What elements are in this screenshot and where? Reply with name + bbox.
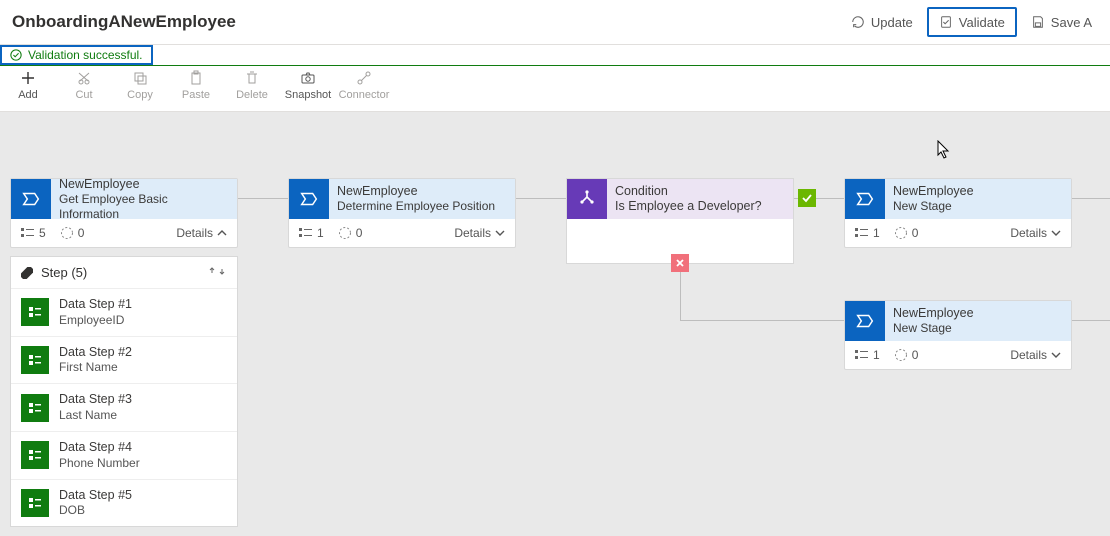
paste-label: Paste [182, 89, 210, 101]
connector-line [680, 320, 844, 321]
copy-label: Copy [127, 89, 153, 101]
status-message: Validation successful. [28, 48, 143, 62]
dataset-icon [21, 441, 49, 469]
cut-button[interactable]: Cut [56, 70, 112, 101]
status-message-wrap: Validation successful. [0, 45, 153, 65]
connector-line [238, 198, 288, 199]
copy-icon [132, 70, 148, 86]
branch-count: 0 [60, 226, 85, 240]
stage-icon [289, 179, 329, 219]
condition-label: Condition [615, 184, 785, 199]
stage-icon [11, 179, 51, 219]
add-button[interactable]: Add [0, 70, 56, 101]
save-label: Save A [1051, 15, 1092, 30]
title-wrap[interactable]: OnboardingANewEmployee [8, 12, 242, 32]
stage-title: Determine Employee Position [337, 199, 507, 213]
chevron-down-icon [495, 228, 505, 238]
stage-card-3[interactable]: NewEmployee New Stage 1 0 Details [844, 178, 1072, 248]
paste-button[interactable]: Paste [168, 70, 224, 101]
canvas[interactable]: NewEmployee Get Employee Basic Informati… [0, 112, 1110, 536]
save-button[interactable]: Save A [1021, 7, 1102, 37]
update-button[interactable]: Update [841, 7, 923, 37]
validate-button[interactable]: Validate [927, 7, 1017, 37]
copy-button[interactable]: Copy [112, 70, 168, 101]
step-row[interactable]: Data Step #2First Name [11, 336, 237, 384]
header-actions: Update Validate Save A [841, 7, 1102, 37]
connector-line [1072, 198, 1110, 199]
details-toggle[interactable]: Details [176, 226, 227, 240]
toolbar: Add Cut Copy Paste Delete Snapshot Conne… [0, 66, 1110, 112]
clipboard-check-icon [939, 15, 953, 29]
connector-line [1072, 320, 1110, 321]
plus-icon [20, 70, 36, 86]
stage-icon [845, 301, 885, 341]
save-icon [1031, 15, 1045, 29]
stage-card-2[interactable]: NewEmployee Determine Employee Position … [288, 178, 516, 248]
chevron-down-icon [1051, 228, 1061, 238]
step-count: 5 [21, 226, 46, 240]
dataset-icon [21, 394, 49, 422]
step-row[interactable]: Data Step #5DOB [11, 479, 237, 527]
steps-label: Step (5) [41, 265, 87, 280]
stage-steps-panel: Step (5) Data Step #1EmployeeID Data Ste… [10, 256, 238, 527]
trash-icon [244, 70, 260, 86]
stage-entity: NewEmployee [337, 184, 507, 199]
flow-title: OnboardingANewEmployee [8, 12, 236, 32]
connector-line [516, 198, 566, 199]
stage-entity: NewEmployee [59, 177, 229, 192]
branch-icon [567, 179, 607, 219]
chevron-up-icon [217, 228, 227, 238]
cut-label: Cut [75, 89, 92, 101]
stage-icon [845, 179, 885, 219]
scissors-icon [76, 70, 92, 86]
connector-icon [356, 70, 372, 86]
dataset-icon [21, 298, 49, 326]
cursor-icon [937, 140, 951, 160]
dataset-icon [21, 489, 49, 517]
step-row[interactable]: Data Step #3Last Name [11, 383, 237, 431]
refresh-icon [851, 15, 865, 29]
snapshot-label: Snapshot [285, 89, 331, 101]
connector-button[interactable]: Connector [336, 70, 392, 101]
status-bar: Validation successful. [0, 44, 1110, 66]
snapshot-button[interactable]: Snapshot [280, 70, 336, 101]
stage-card-1[interactable]: NewEmployee Get Employee Basic Informati… [10, 178, 238, 248]
dataset-icon [21, 346, 49, 374]
delete-button[interactable]: Delete [224, 70, 280, 101]
details-toggle[interactable]: Details [1010, 226, 1061, 240]
condition-card[interactable]: Condition Is Employee a Developer? [566, 178, 794, 264]
sequence-icon [21, 267, 33, 279]
step-row[interactable]: Data Step #4Phone Number [11, 431, 237, 479]
details-toggle[interactable]: Details [454, 226, 505, 240]
validate-label: Validate [959, 15, 1005, 30]
camera-icon [300, 70, 316, 86]
stage-card-4[interactable]: NewEmployee New Stage 1 0 Details [844, 300, 1072, 370]
condition-question: Is Employee a Developer? [615, 199, 785, 214]
paste-icon [188, 70, 204, 86]
add-label: Add [18, 89, 38, 101]
step-row[interactable]: Data Step #1EmployeeID [11, 288, 237, 336]
details-toggle[interactable]: Details [1010, 348, 1061, 362]
delete-label: Delete [236, 89, 268, 101]
connector-label: Connector [339, 89, 390, 101]
check-circle-icon [10, 49, 22, 61]
condition-no-icon [671, 254, 689, 272]
top-header: OnboardingANewEmployee Update Validate S… [0, 0, 1110, 44]
condition-yes-icon [798, 189, 816, 207]
reorder-icon[interactable] [207, 265, 227, 280]
chevron-down-icon [1051, 350, 1061, 360]
update-label: Update [871, 15, 913, 30]
stage-title: Get Employee Basic Information [59, 192, 229, 221]
